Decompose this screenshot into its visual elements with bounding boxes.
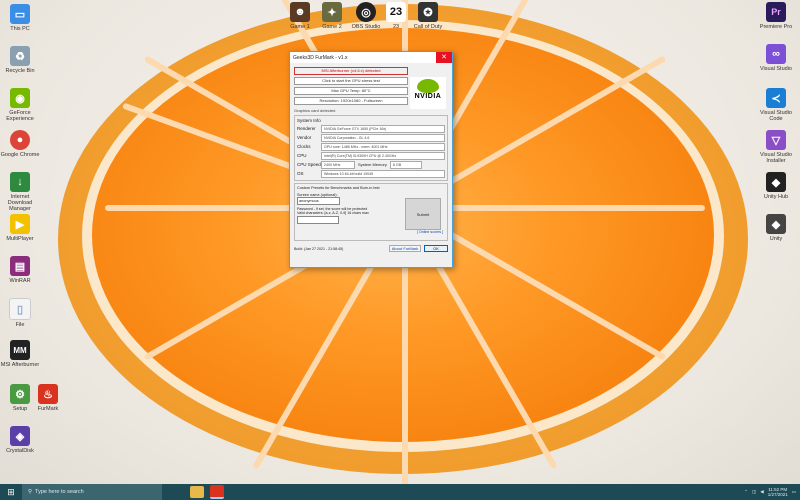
about-link[interactable]: About FurMark	[389, 245, 421, 252]
tray-chevron-icon[interactable]: ⌃	[744, 489, 748, 495]
setup-icon: ⚙	[10, 384, 30, 404]
pc-icon: ▭	[10, 4, 30, 24]
desktop-icon-player[interactable]: ▶ MultiPlayer	[0, 214, 40, 242]
alert-line: MSI Afterburner (v4.6.x) detected	[294, 67, 408, 75]
furmark-window[interactable]: Geeks3D FurMark - v1.x ✕ MSI Afterburner…	[289, 51, 453, 268]
desktop-icon-unity-hub[interactable]: ◆ Unity Hub	[756, 172, 796, 200]
vscode-icon: ≺	[766, 88, 786, 108]
close-button[interactable]: ✕	[436, 52, 452, 63]
nvidia-eye-icon	[417, 79, 439, 93]
network-icon[interactable]: ◫	[752, 489, 756, 495]
furmark-taskbar-icon[interactable]	[210, 485, 224, 499]
recycle-bin-icon: ♻	[10, 46, 30, 66]
obs-icon: ◎	[356, 2, 376, 22]
file-icon: ▯	[9, 298, 31, 320]
submit-button[interactable]: Submit	[405, 198, 441, 230]
desktop-icon-chrome[interactable]: ● Google Chrome	[0, 130, 40, 158]
info-row-cpu: CPU Intel(R) Core(TM) i5-9300H CPU @ 2.40…	[297, 151, 445, 160]
ok-button[interactable]: OK	[424, 245, 448, 252]
desktop-icon-visual-studio[interactable]: ∞ Visual Studio	[756, 44, 796, 72]
window-body: MSI Afterburner (v4.6.x) detected Click …	[290, 63, 452, 254]
geforce-icon: ◉	[10, 88, 30, 108]
vs-installer-icon: ▽	[766, 130, 786, 150]
system-info-group: System Info Renderer NVIDIA GeForce GTX 1…	[294, 115, 448, 181]
search-placeholder: Type here to search	[35, 489, 84, 495]
idm-icon: ↓	[10, 172, 30, 192]
desktop-icon-premiere[interactable]: Pr Premiere Pro	[756, 2, 796, 30]
visual-studio-icon: ∞	[766, 44, 786, 64]
unity-hub-icon: ◆	[766, 172, 786, 192]
taskbar: ⊞ ⚲ Type here to search ⌃ ◫ ◀ 11:52 PM 1…	[0, 484, 800, 500]
desktop-icon-winrar[interactable]: ▤ WinRAR	[0, 256, 40, 284]
notification-icon[interactable]: ▭	[792, 489, 796, 495]
desktop-icon-vs-installer[interactable]: ▽ Visual Studio Installer	[756, 130, 796, 164]
window-footer: Build: (Jan 27 2021 - 21:58:45) About Fu…	[294, 245, 448, 252]
max-temp-field[interactable]: Max GPU Temp: 80°C	[294, 87, 408, 95]
file-explorer-icon[interactable]	[190, 486, 204, 498]
afterburner-icon: MM	[10, 340, 30, 360]
chrome-icon: ●	[10, 130, 30, 150]
taskbar-search[interactable]: ⚲ Type here to search	[22, 484, 162, 500]
desktop-icon-idm[interactable]: ↓ Internet Download Manager	[0, 172, 40, 212]
unity-icon: ◆	[766, 214, 786, 234]
desktop-icon-unity[interactable]: ◆ Unity	[756, 214, 796, 242]
system-memory-label: System Memory	[358, 162, 387, 167]
desktop-icon-crystaldisk[interactable]: ◈ CrystalDisk	[0, 426, 40, 454]
desktop-icon-vscode[interactable]: ≺ Visual Studio Code	[756, 88, 796, 122]
info-row-os: OS Windows 10 64-bit build 19045	[297, 169, 445, 178]
screen-name-label: Screen name (optional):	[297, 193, 338, 197]
disk-icon: ◈	[10, 426, 30, 446]
furmark-icon: ♨	[38, 384, 58, 404]
game-icon-1: ☻	[290, 2, 310, 22]
player-icon: ▶	[10, 214, 30, 234]
online-scores-link[interactable]: [ Online scores ]	[417, 230, 443, 234]
cod-icon: ✪	[418, 2, 438, 22]
desktop-icon-afterburner[interactable]: MM MSI Afterburner	[0, 340, 40, 368]
desktop-icon-file[interactable]: ▯ File	[0, 298, 40, 328]
system-info-label: System Info	[297, 118, 321, 123]
window-title: Geeks3D FurMark - v1.x	[293, 54, 348, 61]
info-row-renderer: Renderer NVIDIA GeForce GTX 1650 (PCIe 16…	[297, 124, 445, 133]
system-tray: ⌃ ◫ ◀ 11:52 PM 1/27/2021 ▭	[744, 484, 796, 500]
online-scores-group: Custom Presets for Benchmarks and Burn-i…	[294, 183, 448, 241]
desktop-icon-geforce[interactable]: ◉ GeForce Experience	[0, 88, 40, 122]
desktop-icon-recycle-bin[interactable]: ♻ Recycle Bin	[0, 46, 40, 74]
build-label: Build: (Jan 27 2021 - 21:58:45)	[294, 246, 344, 251]
screen-name-input[interactable]: anonymous	[297, 197, 340, 205]
start-button[interactable]: ⊞	[0, 484, 22, 500]
premiere-icon: Pr	[766, 2, 786, 22]
winrar-icon: ▤	[10, 256, 30, 276]
desktop-icon-furmark[interactable]: ♨ FurMark	[28, 384, 68, 412]
password-input[interactable]	[297, 216, 339, 224]
desktop-icon-cod[interactable]: ✪ Call of Duty	[408, 2, 448, 30]
start-test-button[interactable]: Click to start the GPU stress test	[294, 77, 408, 85]
volume-icon[interactable]: ◀	[760, 489, 763, 495]
game-23-icon: 23	[386, 2, 406, 22]
search-icon: ⚲	[28, 489, 33, 495]
window-titlebar[interactable]: Geeks3D FurMark - v1.x ✕	[290, 52, 452, 63]
benchmark-header: Custom Presets for Benchmarks and Burn-i…	[297, 186, 380, 190]
clock[interactable]: 11:52 PM 1/27/2021	[768, 487, 788, 497]
system-memory-value: 8 GB	[389, 160, 422, 169]
resolution-field[interactable]: Resolution: 1920x1080 - Fullscreen	[294, 97, 408, 105]
info-row-cpu-speed: CPU Speed 2400 MHz System Memory 8 GB	[297, 160, 445, 169]
desktop-icon-this-pc[interactable]: ▭ This PC	[0, 4, 40, 32]
info-row-vendor: Vendor NVIDIA Corporation - GL 4.6	[297, 133, 445, 142]
nvidia-logo: NVIDIA	[410, 77, 446, 109]
info-row-clocks: Clocks GPU core: 1485 MHz - mem: 4001 MHz	[297, 142, 445, 151]
game-icon-2: ✦	[322, 2, 342, 22]
